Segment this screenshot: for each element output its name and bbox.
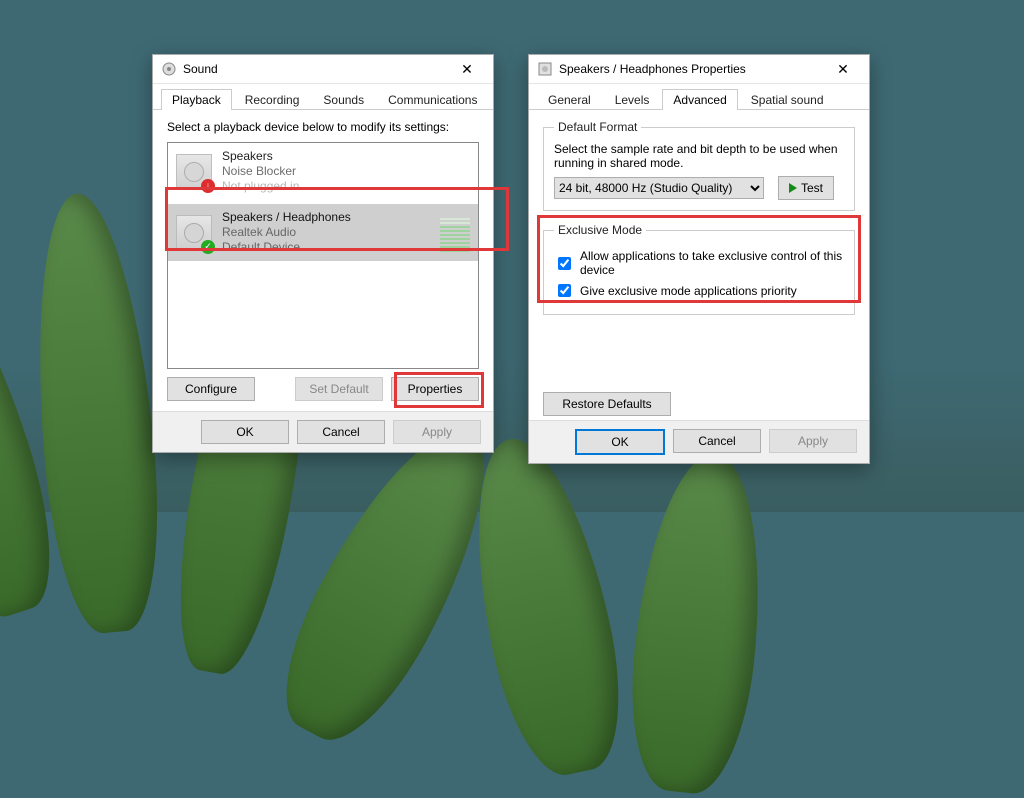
tab-sounds[interactable]: Sounds [312, 89, 375, 110]
device-name: Speakers / Headphones [222, 210, 430, 225]
close-button[interactable]: ✕ [449, 57, 485, 81]
sound-content: Select a playback device below to modify… [153, 110, 493, 411]
unplugged-badge-icon [201, 179, 215, 193]
sound-tabs: Playback Recording Sounds Communications [153, 84, 493, 110]
level-meter-icon [440, 218, 470, 248]
sound-window: Sound ✕ Playback Recording Sounds Commun… [152, 54, 494, 453]
format-select[interactable]: 24 bit, 48000 Hz (Studio Quality) [554, 177, 764, 199]
device-list: Speakers Noise Blocker Not plugged in Sp… [167, 142, 479, 369]
props-titlebar: Speakers / Headphones Properties ✕ [529, 55, 869, 84]
device-text: Speakers / Headphones Realtek Audio Defa… [222, 210, 430, 255]
sound-icon [161, 61, 177, 77]
tab-recording[interactable]: Recording [234, 89, 311, 110]
tab-advanced[interactable]: Advanced [662, 89, 737, 110]
checkbox-row: Allow applications to take exclusive con… [554, 249, 844, 277]
device-subtitle: Realtek Audio [222, 225, 430, 240]
exclusive-priority-label: Give exclusive mode applications priorit… [580, 284, 797, 298]
device-name: Speakers [222, 149, 470, 164]
tab-spatial-sound[interactable]: Spatial sound [740, 89, 835, 110]
device-item-selected[interactable]: Speakers / Headphones Realtek Audio Defa… [168, 204, 478, 261]
ok-button[interactable]: OK [575, 429, 665, 455]
props-footer: OK Cancel Apply [529, 420, 869, 463]
speaker-icon [176, 154, 212, 190]
default-format-legend: Default Format [554, 120, 641, 134]
close-icon: ✕ [461, 62, 473, 76]
play-icon [789, 183, 797, 193]
tab-general[interactable]: General [537, 89, 602, 110]
restore-defaults-button[interactable]: Restore Defaults [543, 392, 671, 416]
apply-button[interactable]: Apply [393, 420, 481, 444]
sound-footer: OK Cancel Apply [153, 411, 493, 452]
set-default-button[interactable]: Set Default [295, 377, 383, 401]
device-subtitle: Noise Blocker [222, 164, 470, 179]
tab-playback[interactable]: Playback [161, 89, 232, 110]
cancel-button[interactable]: Cancel [673, 429, 761, 453]
properties-window: Speakers / Headphones Properties ✕ Gener… [528, 54, 870, 464]
default-format-group: Default Format Select the sample rate an… [543, 120, 855, 211]
configure-button[interactable]: Configure [167, 377, 255, 401]
device-text: Speakers Noise Blocker Not plugged in [222, 149, 470, 194]
playback-instruction: Select a playback device below to modify… [167, 120, 479, 134]
checkbox-row: Give exclusive mode applications priorit… [554, 281, 844, 300]
props-content: Default Format Select the sample rate an… [529, 110, 869, 420]
allow-exclusive-checkbox[interactable] [558, 257, 571, 270]
cancel-button[interactable]: Cancel [297, 420, 385, 444]
default-format-desc: Select the sample rate and bit depth to … [554, 142, 844, 170]
exclusive-mode-group: Exclusive Mode Allow applications to tak… [543, 223, 855, 315]
tab-communications[interactable]: Communications [377, 89, 488, 110]
device-item[interactable]: Speakers Noise Blocker Not plugged in [168, 143, 478, 200]
test-label: Test [801, 181, 823, 195]
device-status: Not plugged in [222, 179, 470, 194]
props-title: Speakers / Headphones Properties [559, 62, 825, 76]
device-status: Default Device [222, 240, 430, 255]
speaker-icon [176, 215, 212, 251]
default-badge-icon [201, 240, 215, 254]
allow-exclusive-label: Allow applications to take exclusive con… [580, 249, 844, 277]
tab-levels[interactable]: Levels [604, 89, 661, 110]
close-button[interactable]: ✕ [825, 57, 861, 81]
speaker-icon [537, 61, 553, 77]
apply-button[interactable]: Apply [769, 429, 857, 453]
exclusive-mode-legend: Exclusive Mode [554, 223, 646, 237]
sound-title: Sound [183, 62, 449, 76]
sound-titlebar: Sound ✕ [153, 55, 493, 84]
props-tabs: General Levels Advanced Spatial sound [529, 84, 869, 110]
properties-button[interactable]: Properties [391, 377, 479, 401]
close-icon: ✕ [837, 62, 849, 76]
exclusive-priority-checkbox[interactable] [558, 284, 571, 297]
test-button[interactable]: Test [778, 176, 834, 200]
ok-button[interactable]: OK [201, 420, 289, 444]
